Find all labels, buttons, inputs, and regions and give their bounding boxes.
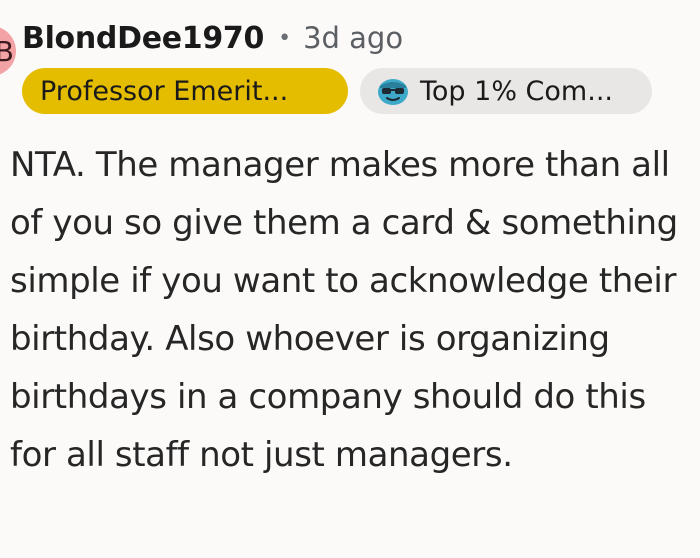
comment-header: BlondDee1970 • 3d ago (22, 16, 403, 60)
flair-professor-emeritus[interactable]: Professor Emerit... (22, 68, 348, 114)
avatar[interactable]: B (0, 26, 16, 76)
flair-top-commenter[interactable]: Top 1% Com... (360, 68, 652, 114)
separator-dot: • (278, 25, 292, 51)
user-flairs: Professor Emerit... Top 1% Com... (22, 68, 652, 114)
flair-label: Professor Emerit... (40, 75, 289, 107)
sunglasses-emoji-icon (378, 79, 408, 105)
flair-label: Top 1% Com... (420, 75, 613, 107)
comment-body: NTA. The manager makes more than all of … (10, 145, 678, 475)
avatar-letter: B (0, 34, 14, 68)
timestamp[interactable]: 3d ago (303, 21, 403, 55)
username[interactable]: BlondDee1970 (22, 21, 264, 56)
